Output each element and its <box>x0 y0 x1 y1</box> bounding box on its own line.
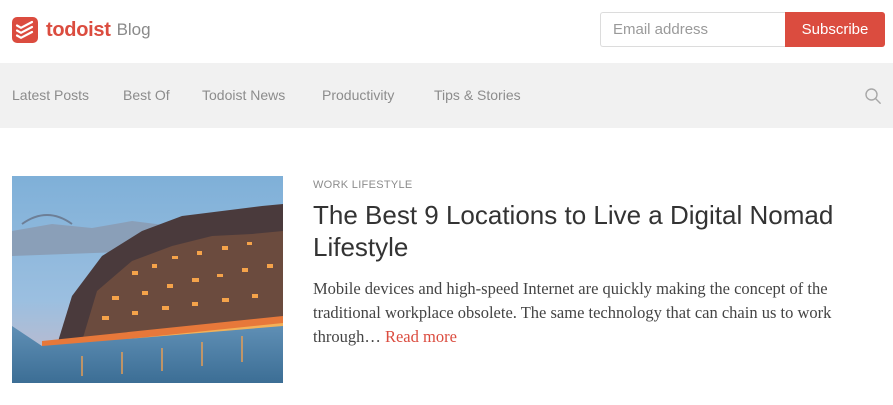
nav-item-best-of[interactable]: Best Of <box>123 87 170 103</box>
email-address-input[interactable] <box>600 12 785 47</box>
category-nav: Latest Posts Best Of Todoist News Produc… <box>0 63 893 128</box>
todoist-logo-icon <box>12 17 38 43</box>
logo-subtitle: Blog <box>116 20 151 39</box>
article-category[interactable]: WORK LIFESTYLE <box>313 179 413 191</box>
article-thumbnail-image[interactable] <box>12 176 283 383</box>
article-excerpt: Mobile devices and high-speed Internet a… <box>313 277 888 349</box>
todoist-blog-logo[interactable]: todoist Blog <box>12 17 151 43</box>
search-icon[interactable] <box>864 87 882 105</box>
nav-item-tips-stories[interactable]: Tips & Stories <box>434 87 521 103</box>
logo-wordmark: todoist <box>46 18 111 41</box>
subscribe-button[interactable]: Subscribe <box>785 12 885 47</box>
nav-item-productivity[interactable]: Productivity <box>322 87 394 103</box>
nav-item-todoist-news[interactable]: Todoist News <box>202 87 285 103</box>
article-title[interactable]: The Best 9 Locations to Live a Digital N… <box>313 199 883 263</box>
read-more-link[interactable]: Read more <box>385 327 457 346</box>
site-header: todoist Blog Subscribe <box>0 0 893 63</box>
nav-item-latest-posts[interactable]: Latest Posts <box>12 87 89 103</box>
